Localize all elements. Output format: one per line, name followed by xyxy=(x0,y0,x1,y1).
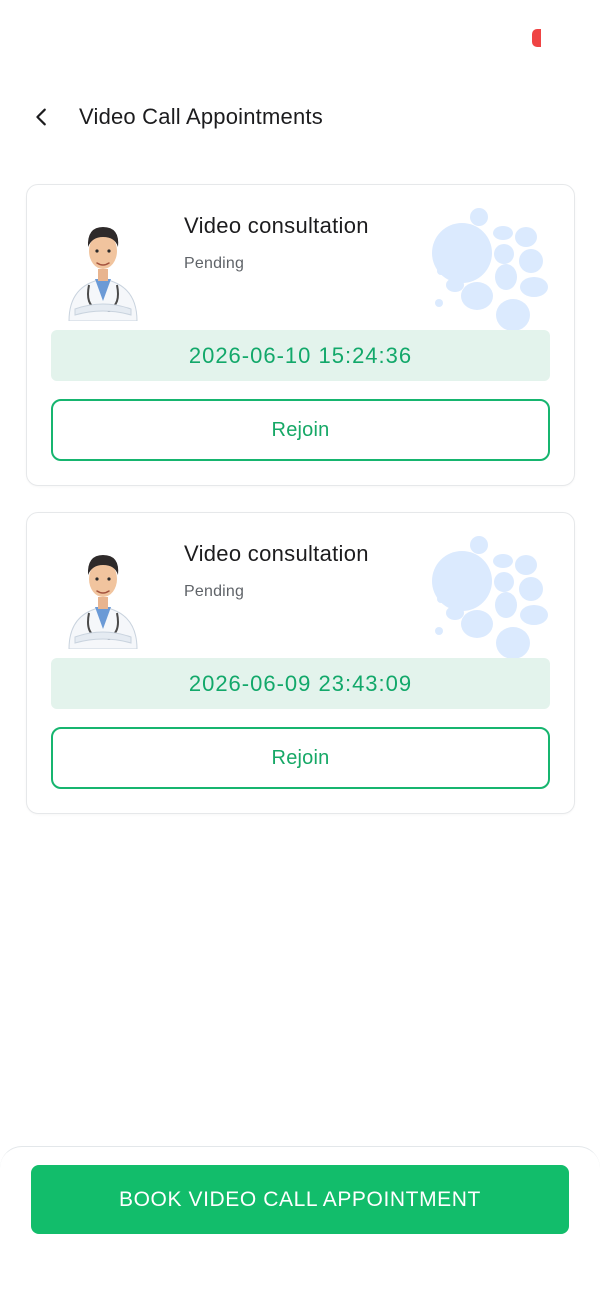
appointment-card: Video consultation Pending 2026-06-09 23… xyxy=(26,512,575,814)
appointment-title: Video consultation xyxy=(184,541,369,566)
appointment-status: Pending xyxy=(184,255,245,272)
doctor-avatar-icon xyxy=(68,555,138,649)
doctor-avatar-icon xyxy=(68,227,138,321)
rejoin-button[interactable]: Rejoin xyxy=(51,727,550,789)
appointment-datetime: 2026-06-09 23:43:09 xyxy=(51,658,550,709)
back-button[interactable] xyxy=(22,97,62,137)
appointment-status: Pending xyxy=(184,583,245,600)
decorative-blob-icon xyxy=(432,536,548,659)
status-indicator-dot xyxy=(532,29,541,47)
appointment-datetime: 2026-06-10 15:24:36 xyxy=(51,330,550,381)
page-title: Video Call Appointments xyxy=(79,104,323,129)
chevron-left-icon xyxy=(36,108,46,126)
app-header: Video Call Appointments xyxy=(0,92,600,142)
rejoin-button[interactable]: Rejoin xyxy=(51,399,550,461)
book-video-call-button[interactable]: BOOK VIDEO CALL APPOINTMENT xyxy=(31,1165,569,1234)
appointment-card: Video consultation Pending 2026-06-10 15… xyxy=(26,184,575,486)
decorative-blob-icon xyxy=(432,208,548,331)
appointment-title: Video consultation xyxy=(184,213,369,238)
